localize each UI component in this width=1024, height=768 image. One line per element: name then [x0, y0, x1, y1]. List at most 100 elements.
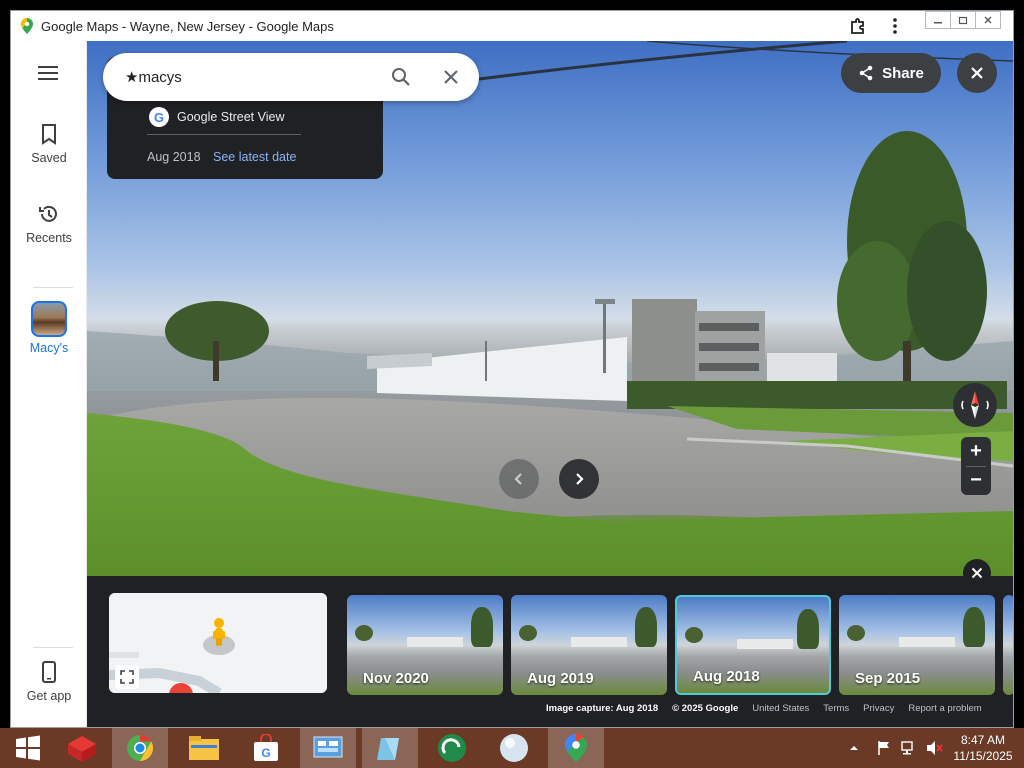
thumbnail-tree — [471, 607, 493, 647]
history-thumbnail[interactable]: Aug 2019 — [511, 595, 667, 695]
thumbnail-date: Aug 2018 — [693, 668, 760, 685]
close-filmstrip-button[interactable] — [963, 559, 991, 587]
shopping-bag-icon: G — [254, 734, 278, 761]
place-label: Macy's — [29, 341, 69, 355]
window-title: Google Maps - Wayne, New Jersey - Google… — [41, 18, 334, 34]
volume-muted-icon[interactable] — [926, 740, 944, 756]
attribution-bar: Image capture: Aug 2018 © 2025 Google Un… — [546, 701, 982, 715]
info-card-divider — [147, 134, 301, 135]
show-hidden-icons-icon[interactable] — [848, 742, 860, 754]
rail-divider-bottom — [33, 647, 73, 648]
clock-time: 8:47 AM — [960, 733, 1006, 747]
recents-label: Recents — [26, 231, 72, 245]
sphere-icon — [500, 734, 528, 762]
thumbnail-date: Aug 2019 — [527, 670, 594, 687]
chrome-like-icon — [127, 734, 154, 762]
history-thumbnail[interactable]: Nov 2020 — [347, 595, 503, 695]
chevron-right-icon — [576, 473, 584, 485]
previous-arrow-button[interactable] — [499, 459, 539, 499]
share-label: Share — [882, 64, 924, 82]
history-thumbnail[interactable]: Sep 2015 — [839, 595, 995, 695]
taskbar-app-google-maps[interactable] — [548, 728, 604, 768]
share-button[interactable]: Share — [841, 53, 941, 93]
taskbar-app-notepad[interactable] — [362, 728, 418, 768]
bookmark-icon — [42, 124, 56, 145]
saved-button[interactable]: Saved — [11, 123, 87, 165]
compass-button[interactable] — [953, 383, 997, 427]
zoom-out-button[interactable]: − — [961, 466, 991, 495]
taskbar-app-file-explorer[interactable] — [176, 728, 232, 768]
get-app-label: Get app — [26, 689, 72, 703]
zoom-in-button[interactable]: + — [961, 437, 991, 466]
thumbnail-tree — [797, 609, 819, 649]
capture-date: Aug 2018 — [147, 150, 201, 164]
taskbar-app-store[interactable]: G — [238, 728, 294, 768]
thumbnail-tree — [847, 625, 865, 641]
svg-text:G: G — [261, 746, 270, 760]
minimize-button[interactable] — [925, 11, 951, 29]
thumbnail-building — [407, 637, 463, 647]
close-icon — [971, 567, 983, 579]
google-maps-icon — [565, 734, 587, 762]
share-icon — [859, 65, 873, 81]
menu-button[interactable] — [11, 65, 87, 81]
thumbnail-tree — [963, 607, 985, 647]
network-icon[interactable] — [900, 740, 918, 756]
more-options-icon[interactable] — [888, 14, 902, 38]
thumbnail-date: Sep 2015 — [855, 670, 921, 687]
history-icon — [39, 205, 57, 222]
thumbnail-tree — [635, 607, 657, 647]
taskbar-clock[interactable]: 8:47 AM 11/15/2025 — [946, 732, 1020, 764]
thumbnail-building — [571, 637, 627, 647]
clear-search-button[interactable] — [439, 65, 463, 89]
report-problem-link[interactable]: Report a problem — [908, 703, 981, 714]
region-link[interactable]: United States — [752, 703, 809, 714]
recent-place-macys[interactable]: Macy's — [11, 301, 87, 355]
search-icon — [392, 68, 410, 86]
street-view-source: Google Street View — [177, 110, 285, 124]
close-street-view-button[interactable] — [957, 53, 997, 93]
taskbar-app-control-panel[interactable] — [300, 728, 356, 768]
title-bar: Google Maps - Wayne, New Jersey - Google… — [11, 11, 1013, 41]
maps-pin-icon — [21, 18, 33, 34]
next-arrow-button[interactable] — [559, 459, 599, 499]
windows-logo-icon — [16, 735, 40, 761]
get-app-button[interactable]: Get app — [11, 661, 87, 703]
restore-button[interactable] — [950, 11, 976, 29]
taskbar-app-sphere[interactable] — [486, 728, 542, 768]
chevron-left-icon — [514, 473, 522, 485]
search-button[interactable] — [389, 65, 413, 89]
close-icon — [971, 67, 983, 79]
browser-window: Google Maps - Wayne, New Jersey - Google… — [10, 10, 1014, 728]
privacy-link[interactable]: Privacy — [863, 703, 894, 714]
copyright: © 2025 Google — [672, 702, 739, 714]
zoom-controls: + − — [961, 437, 991, 495]
taskbar-app-green-circle[interactable] — [424, 728, 480, 768]
recents-button[interactable]: Recents — [11, 203, 87, 245]
close-window-button[interactable] — [975, 11, 1001, 29]
see-latest-date-link[interactable]: See latest date — [213, 150, 296, 164]
extensions-icon[interactable] — [846, 14, 870, 38]
green-swirl-icon — [438, 734, 466, 762]
expand-map-button[interactable] — [115, 665, 139, 689]
thumbnail-building — [737, 639, 793, 649]
action-center-flag-icon[interactable] — [876, 740, 892, 756]
history-thumbnail-selected[interactable]: Aug 2018 — [675, 595, 831, 695]
notepad-icon — [377, 738, 399, 760]
start-button[interactable] — [0, 728, 56, 768]
terms-link[interactable]: Terms — [823, 703, 849, 714]
rail-divider — [33, 287, 73, 288]
taskbar-app-browser[interactable] — [112, 728, 168, 768]
search-input[interactable] — [125, 67, 365, 87]
google-logo-icon: G — [149, 107, 169, 127]
compass-icon — [961, 391, 989, 419]
history-thumbnail-partial[interactable] — [1003, 595, 1013, 695]
thumbnail-tree — [355, 625, 373, 641]
minimap[interactable] — [109, 593, 327, 693]
nav-rail: Saved Recents Macy's Get app — [11, 41, 87, 727]
thumbnail-building — [899, 637, 955, 647]
taskbar-app-red-box[interactable] — [54, 728, 110, 768]
fullscreen-icon — [120, 670, 134, 684]
minimap-drawing — [109, 593, 327, 693]
folder-icon — [189, 736, 219, 760]
